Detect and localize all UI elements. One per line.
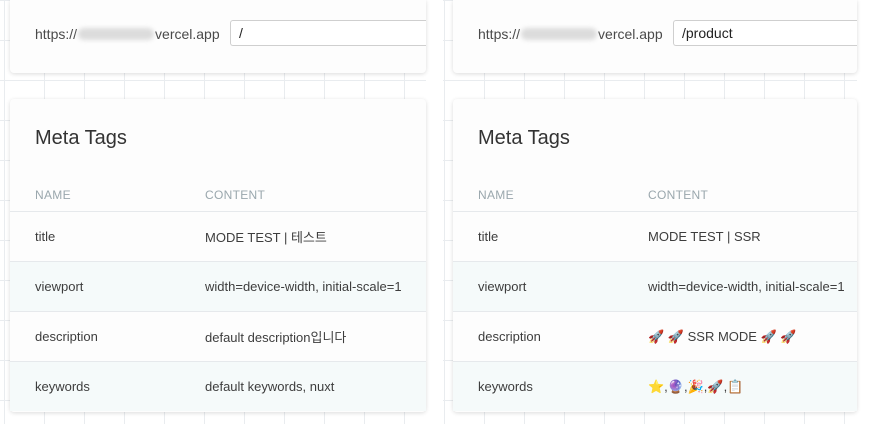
row-content: default keywords, nuxt <box>205 361 426 411</box>
meta-tags-card: Meta Tags NAME CONTENT title MODE TEST |… <box>453 99 857 412</box>
table-row: description 🚀 🚀 SSR MODE 🚀 🚀 <box>453 311 857 362</box>
table-row: description default description입니다 <box>10 311 426 362</box>
table-row: viewport width=device-width, initial-sca… <box>10 261 426 312</box>
header-name: NAME <box>453 179 648 212</box>
url-host: https:// vercel.app <box>478 20 663 48</box>
left-panel: https:// vercel.app Meta Tags NAME CONTE… <box>0 0 426 424</box>
url-bar-card: https:// vercel.app <box>10 0 426 73</box>
table-header-row: NAME CONTENT <box>10 179 426 212</box>
right-panel: https:// vercel.app Meta Tags NAME CONTE… <box>443 0 857 424</box>
table-row: title MODE TEST | 테스트 <box>10 211 426 262</box>
row-content: default description입니다 <box>205 311 426 362</box>
url-prefix: https:// <box>478 26 521 42</box>
row-name: keywords <box>10 361 205 411</box>
row-name: viewport <box>10 261 205 312</box>
row-name: description <box>453 311 648 362</box>
row-content: 🚀 🚀 SSR MODE 🚀 🚀 <box>648 311 857 362</box>
path-input[interactable] <box>673 20 857 46</box>
blurred-subdomain <box>521 28 598 40</box>
table-row: title MODE TEST | SSR <box>453 211 857 262</box>
url-suffix: vercel.app <box>598 26 663 42</box>
header-content: CONTENT <box>648 179 857 212</box>
table-header-row: NAME CONTENT <box>453 179 857 212</box>
header-name: NAME <box>10 179 205 212</box>
row-content: MODE TEST | 테스트 <box>205 211 426 262</box>
path-input[interactable] <box>230 20 426 46</box>
row-name: viewport <box>453 261 648 312</box>
row-content: width=device-width, initial-scale=1 <box>648 261 857 312</box>
row-name: title <box>453 211 648 262</box>
blurred-subdomain <box>78 28 155 40</box>
right-margin <box>857 0 869 424</box>
url-host: https:// vercel.app <box>35 20 220 48</box>
panel-divider <box>426 0 443 424</box>
meta-tags-title: Meta Tags <box>478 127 570 149</box>
table-row: viewport width=device-width, initial-sca… <box>453 261 857 312</box>
table-row: keywords ⭐,🔮,🎉,🚀,📋 <box>453 361 857 411</box>
url-bar-card: https:// vercel.app <box>453 0 857 73</box>
header-content: CONTENT <box>205 179 426 212</box>
meta-tags-card: Meta Tags NAME CONTENT title MODE TEST |… <box>10 99 426 412</box>
url-suffix: vercel.app <box>155 26 220 42</box>
row-content: width=device-width, initial-scale=1 <box>205 261 426 312</box>
meta-tags-table: NAME CONTENT title MODE TEST | 테스트 viewp… <box>10 179 426 411</box>
row-content: ⭐,🔮,🎉,🚀,📋 <box>648 361 857 411</box>
row-name: title <box>10 211 205 262</box>
meta-tags-table: NAME CONTENT title MODE TEST | SSR viewp… <box>453 179 857 411</box>
row-content: MODE TEST | SSR <box>648 211 857 262</box>
row-name: keywords <box>453 361 648 411</box>
meta-tags-title: Meta Tags <box>35 127 127 149</box>
url-prefix: https:// <box>35 26 78 42</box>
row-name: description <box>10 311 205 362</box>
table-row: keywords default keywords, nuxt <box>10 361 426 411</box>
